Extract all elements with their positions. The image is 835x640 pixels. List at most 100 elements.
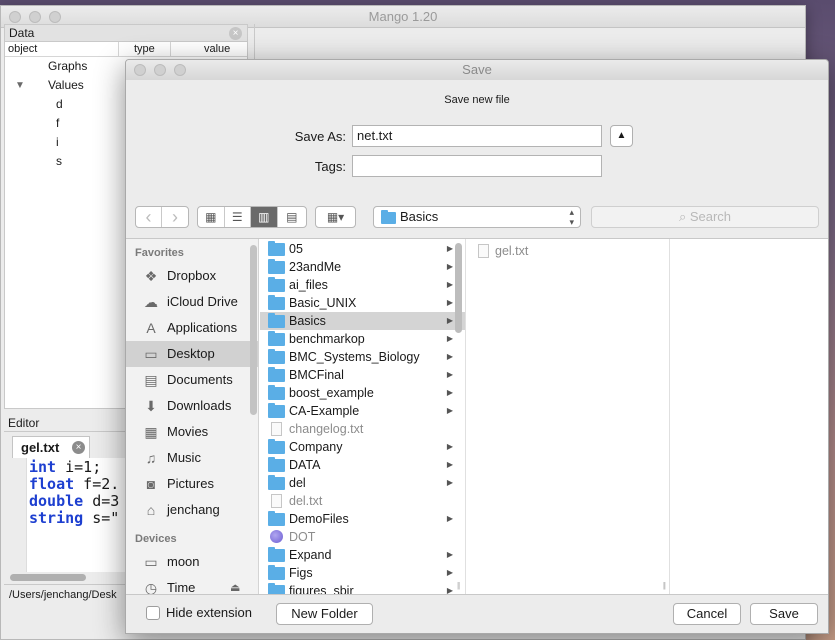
column-view-icon[interactable]: ▥ <box>251 207 278 227</box>
sidebar-item-applications[interactable]: A Applications <box>126 315 258 341</box>
music-icon: ♫ <box>145 450 157 466</box>
tags-field[interactable] <box>352 155 602 177</box>
folder-icon <box>268 277 285 292</box>
minimize-window-button[interactable] <box>29 11 41 23</box>
folder-item[interactable]: figures_sbir ▶ <box>260 582 465 594</box>
folder-item[interactable]: boost_example ▶ <box>260 384 465 402</box>
forward-button[interactable]: › <box>162 207 188 227</box>
folder-item[interactable]: BMCFinal ▶ <box>260 366 465 384</box>
chevron-right-icon: ▶ <box>446 514 453 523</box>
folder-item[interactable]: 05 ▶ <box>260 240 465 258</box>
folder-icon <box>268 547 285 562</box>
zoom-window-button[interactable] <box>49 11 61 23</box>
folder-item[interactable]: BMC_Systems_Biology ▶ <box>260 348 465 366</box>
chevron-right-icon: ▶ <box>446 316 453 325</box>
sidebar-item-jenchang[interactable]: ⌂ jenchang <box>126 497 258 523</box>
browser-toolbar: ‹ › ▦ ☰ ▥ ▤ ▦▾ Basics ▴ ▾ ⌕ Search <box>126 184 828 236</box>
folder-icon <box>268 349 285 364</box>
folder-item[interactable]: Basics ▶ <box>260 312 465 330</box>
data-panel-title: Data <box>9 26 35 40</box>
folder-item[interactable]: Company ▶ <box>260 438 465 456</box>
scrollbar-thumb[interactable] <box>10 574 86 581</box>
arrange-button[interactable]: ▦▾ <box>315 206 356 228</box>
collapse-dialog-button[interactable]: ▲ <box>610 125 633 147</box>
search-input[interactable]: ⌕ Search <box>591 206 819 228</box>
dialog-close-button[interactable] <box>134 64 146 76</box>
sidebar-item-pictures[interactable]: ◙ Pictures <box>126 471 258 497</box>
code-keyword: float <box>29 475 75 493</box>
app-icon <box>268 530 285 544</box>
editor-tab[interactable]: gel.txt × <box>12 436 90 458</box>
sidebar-item-icloud-drive[interactable]: ☁ iCloud Drive <box>126 289 258 315</box>
item-label: Figs <box>289 566 313 580</box>
folder-item[interactable]: Expand ▶ <box>260 546 465 564</box>
hide-extension-checkbox[interactable] <box>146 606 160 620</box>
close-icon[interactable]: × <box>229 27 242 40</box>
chevron-right-icon: ▶ <box>446 334 453 343</box>
column-resize-handle[interactable]: || <box>457 581 460 590</box>
back-button[interactable]: ‹ <box>136 207 163 227</box>
save-as-field[interactable]: net.txt <box>352 125 602 147</box>
sidebar-item-documents[interactable]: ▤ Documents <box>126 367 258 393</box>
column-header-type[interactable]: type <box>119 42 171 56</box>
save-button[interactable]: Save <box>750 603 818 625</box>
item-label: DOT <box>289 530 316 544</box>
sidebar-scrollbar[interactable] <box>250 245 257 415</box>
column-resize-handle[interactable]: || <box>663 581 666 590</box>
tree-row-label: d <box>56 97 63 111</box>
chevron-right-icon: ▶ <box>446 298 453 307</box>
folder-item[interactable]: del ▶ <box>260 474 465 492</box>
sidebar-item-movies[interactable]: ▦ Movies <box>126 419 258 445</box>
icon-view-icon[interactable]: ▦ <box>198 207 225 227</box>
dropbox-icon: ❖ <box>144 268 158 284</box>
coverflow-view-icon[interactable]: ▤ <box>278 207 306 227</box>
item-label: Expand <box>289 548 332 562</box>
folder-item[interactable]: Basic_UNIX ▶ <box>260 294 465 312</box>
sidebar-item-label: jenchang <box>167 502 220 517</box>
chevron-right-icon: ▶ <box>446 550 453 559</box>
column-header-object[interactable]: object <box>5 42 119 56</box>
close-icon[interactable]: × <box>72 441 85 454</box>
sidebar-item-downloads[interactable]: ⬇ Downloads <box>126 393 258 419</box>
column-header-value[interactable]: value <box>171 42 230 56</box>
folder-icon <box>268 583 285 594</box>
sidebar-item-desktop[interactable]: ▭ Desktop <box>126 341 258 367</box>
dialog-zoom-button[interactable] <box>174 64 186 76</box>
sidebar-item-time[interactable]: ◷ Time ⏏ <box>126 575 258 594</box>
file-item[interactable]: gel.txt <box>467 242 669 260</box>
eject-icon[interactable]: ⏏ <box>230 575 240 594</box>
disclosure-triangle-icon[interactable]: ▼ <box>15 76 25 95</box>
file-item[interactable]: DOT <box>260 528 465 546</box>
file-item[interactable]: changelog.txt <box>260 420 465 438</box>
tree-row-label: Values <box>48 78 84 92</box>
folder-item[interactable]: 23andMe ▶ <box>260 258 465 276</box>
code-keyword: double <box>29 492 84 510</box>
sidebar-item-dropbox[interactable]: ❖ Dropbox <box>126 263 258 289</box>
new-folder-button[interactable]: New Folder <box>276 603 373 625</box>
sidebar-item-moon[interactable]: ▭ moon <box>126 549 258 575</box>
item-label: Basic_UNIX <box>289 296 357 310</box>
folder-item[interactable]: Figs ▶ <box>260 564 465 582</box>
documents-icon: ▤ <box>144 372 158 388</box>
item-label: BMC_Systems_Biology <box>289 350 420 364</box>
column-1-scrollbar[interactable] <box>455 243 462 333</box>
sidebar-item-music[interactable]: ♫ Music <box>126 445 258 471</box>
item-label: del <box>289 476 306 490</box>
folder-item[interactable]: DATA ▶ <box>260 456 465 474</box>
folder-item[interactable]: DemoFiles ▶ <box>260 510 465 528</box>
list-view-icon[interactable]: ☰ <box>225 207 252 227</box>
folder-item[interactable]: benchmarkop ▶ <box>260 330 465 348</box>
cancel-button[interactable]: Cancel <box>673 603 741 625</box>
tree-row-label: i <box>56 135 59 149</box>
dialog-minimize-button[interactable] <box>154 64 166 76</box>
folder-item[interactable]: CA-Example ▶ <box>260 402 465 420</box>
chevron-right-icon: ▶ <box>446 370 453 379</box>
chevron-right-icon: ▶ <box>446 280 453 289</box>
folder-item[interactable]: ai_files ▶ <box>260 276 465 294</box>
item-label: del.txt <box>289 494 323 508</box>
close-window-button[interactable] <box>9 11 21 23</box>
file-browser: Favorites ❖ Dropbox ☁ iCloud Drive A Applicati… <box>126 238 828 595</box>
item-label: boost_example <box>289 386 374 400</box>
location-popup[interactable]: Basics ▴ ▾ <box>373 206 581 228</box>
file-item[interactable]: del.txt <box>260 492 465 510</box>
